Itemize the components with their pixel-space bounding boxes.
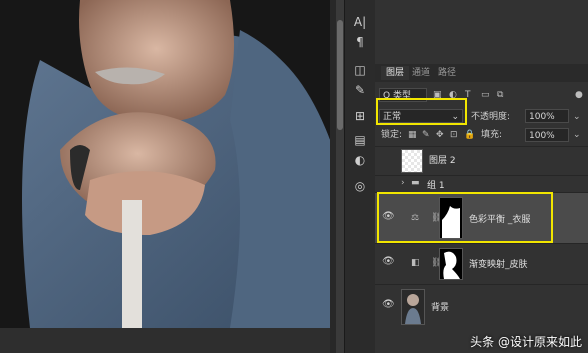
adjustments-icon[interactable]: ◐: [352, 152, 368, 168]
3d-icon[interactable]: ◫: [352, 62, 368, 78]
gradient-map-icon: ◧: [411, 258, 420, 268]
panel-icon-strip: A| ¶ ◫ ✎ ⊞ ▤ ◐ ◎: [344, 0, 375, 353]
layer-highlight: [377, 192, 553, 243]
canvas-scrollbar[interactable]: [336, 0, 344, 353]
layer-row[interactable]: 👁 背景: [375, 284, 588, 329]
canvas-pasteboard: [0, 328, 330, 353]
layer-mask-thumbnail[interactable]: [439, 248, 463, 280]
filter-toggle-icon[interactable]: ●: [575, 88, 583, 102]
watermark-text: 头条 @设计原来如此: [470, 335, 582, 349]
opacity-field[interactable]: 100%: [525, 109, 569, 123]
chevron-down-icon[interactable]: ⌄: [573, 128, 581, 142]
photo-old-man: [0, 0, 330, 328]
tab-paths[interactable]: 路径: [433, 66, 461, 80]
layer-group-row[interactable]: › ▬ 组 1: [375, 175, 588, 191]
libraries-icon[interactable]: ◎: [352, 178, 368, 194]
layer-row[interactable]: 图层 2: [375, 146, 588, 175]
opacity-label: 不透明度:: [471, 112, 511, 122]
filter-shape-icon[interactable]: ▭: [481, 88, 490, 102]
folder-icon: ▬: [411, 178, 420, 188]
fill-label: 填充:: [481, 130, 503, 140]
tab-channels[interactable]: 通道: [407, 66, 435, 80]
layer-name: 组 1: [427, 181, 445, 191]
panel-tabs: 图层 通道 路径: [375, 64, 588, 82]
layer-name: 图层 2: [429, 156, 456, 166]
lock-all-icon[interactable]: 🔒: [464, 128, 475, 142]
layer-name: 渐变映射_皮肤: [469, 260, 528, 270]
lock-brush-icon[interactable]: ✎: [422, 128, 430, 142]
brush-settings-icon[interactable]: ✎: [352, 82, 368, 98]
lock-artboard-icon[interactable]: ⊡: [450, 128, 458, 142]
scrollbar-thumb[interactable]: [337, 20, 343, 130]
eye-icon[interactable]: 👁: [382, 299, 395, 310]
eye-icon[interactable]: 👁: [382, 256, 395, 267]
layer-row[interactable]: 👁 ◧ ⛓ 渐变映射_皮肤: [375, 243, 588, 284]
document-canvas[interactable]: [0, 0, 344, 353]
layer-name: 背景: [431, 303, 450, 313]
tab-layers[interactable]: 图层: [381, 66, 410, 80]
layer-thumbnail: [401, 289, 425, 325]
filter-smart-icon[interactable]: ⧉: [497, 88, 503, 102]
layers-panel: 图层 通道 路径 Q 类型 ▣ ◐ T ▭ ⧉ ● 正常 ⌄ 不透明度: 100…: [375, 0, 588, 353]
chevron-right-icon[interactable]: ›: [401, 176, 405, 190]
clone-source-icon[interactable]: ⊞: [352, 108, 368, 124]
layer-thumbnail: [401, 149, 423, 173]
blend-mode-highlight: [376, 98, 467, 125]
lock-label: 锁定:: [381, 130, 403, 140]
properties-icon[interactable]: ▤: [352, 132, 368, 148]
lock-transparent-icon[interactable]: ▦: [408, 128, 417, 142]
lock-row: 锁定: ▦ ✎ ✥ ⊡ 🔒 填充: 100% ⌄: [375, 128, 588, 144]
chevron-down-icon[interactable]: ⌄: [573, 110, 581, 124]
type-tool-icon[interactable]: A|: [352, 14, 368, 30]
paragraph-icon[interactable]: ¶: [352, 34, 368, 50]
fill-field[interactable]: 100%: [525, 128, 569, 142]
lock-move-icon[interactable]: ✥: [436, 128, 444, 142]
